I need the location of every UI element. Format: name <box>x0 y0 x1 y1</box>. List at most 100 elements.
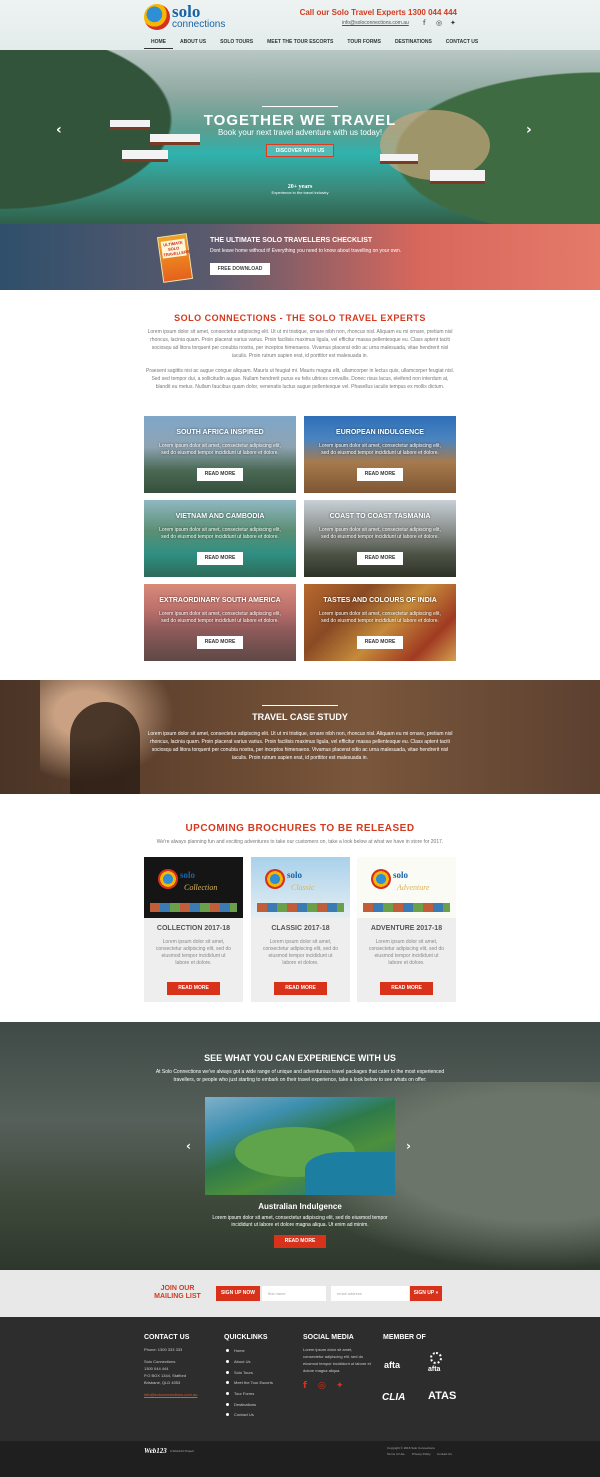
cover-brand: solo <box>287 870 303 880</box>
brochure-title: CLASSIC 2017-18 <box>271 925 330 932</box>
footer-link-contact-us[interactable]: Contact Us <box>226 1412 254 1417</box>
main-nav: HOME ABOUT US SOLO TOURS MEET THE TOUR E… <box>144 37 485 49</box>
footer-contact-title: CONTACT US <box>144 1334 190 1341</box>
nav-solo-tours[interactable]: SOLO TOURS <box>213 37 260 49</box>
email-field[interactable]: email address <box>331 1286 409 1301</box>
sign-up-button[interactable]: SIGN UP » <box>410 1286 442 1301</box>
instagram-icon[interactable]: ◎ <box>436 19 442 27</box>
brochure-title: COLLECTION 2017-18 <box>156 925 231 932</box>
cover-edition: Adventure <box>397 883 430 892</box>
header-email-link[interactable]: info@soloconnections.com.au <box>342 20 409 26</box>
nav-contact-us[interactable]: CONTACT US <box>439 37 485 49</box>
terms-link[interactable]: Terms of Use <box>387 1452 405 1456</box>
read-more-button[interactable]: READ MORE <box>197 468 243 481</box>
privacy-link[interactable]: Privacy Policy <box>412 1452 431 1456</box>
nav-destinations[interactable]: DESTINATIONS <box>388 37 439 49</box>
tour-title: COAST TO COAST TASMANIA <box>329 513 431 520</box>
nav-about-us[interactable]: ABOUT US <box>173 37 213 49</box>
free-download-button[interactable]: FREE DOWNLOAD <box>210 263 270 275</box>
cover-photo-strip <box>363 903 450 912</box>
nav-tour-escorts[interactable]: MEET THE TOUR ESCORTS <box>260 37 340 49</box>
cover-brand: solo <box>393 870 409 880</box>
afta-logo: afta <box>384 1360 401 1370</box>
facebook-icon[interactable]: f <box>423 19 425 27</box>
globe-icon <box>371 869 391 889</box>
cover-photo-strip <box>150 903 237 912</box>
facebook-icon[interactable]: f <box>303 1381 307 1391</box>
footer-link-tour-forms[interactable]: Tour Forms <box>226 1391 254 1396</box>
brochure-cover[interactable]: solo Classic <box>251 857 350 918</box>
intro-paragraph-1: Lorem ipsum dolor sit amet, consectetur … <box>147 329 453 359</box>
read-more-button[interactable]: READ MORE <box>357 468 403 481</box>
footer-address-2: Brisbane, QLD 4053 <box>144 1380 181 1385</box>
tour-tile[interactable]: TASTES AND COLOURS OF INDIA Lorem ipsum … <box>304 584 456 661</box>
tour-title: EUROPEAN INDULGENCE <box>336 429 424 436</box>
island-sea <box>305 1152 395 1195</box>
boat <box>380 154 418 164</box>
slide-description: Lorem ipsum dolor sit amet, consectetur … <box>212 1215 388 1228</box>
intro-paragraph-2: Praesent sagittis nisi ac augue congue a… <box>146 368 454 390</box>
experience-slide-image[interactable] <box>205 1097 395 1195</box>
globe-icon <box>158 869 178 889</box>
tour-tile[interactable]: SOUTH AFRICA INSPIRED Lorem ipsum dolor … <box>144 416 296 493</box>
footer-link-destinations[interactable]: Destinations <box>226 1402 256 1407</box>
cover-edition: Classic <box>291 883 315 892</box>
tour-tile[interactable]: VIETNAM AND CAMBODIA Lorem ipsum dolor s… <box>144 500 296 577</box>
read-more-button[interactable]: READ MORE <box>380 982 433 995</box>
tour-title: VIETNAM AND CAMBODIA <box>175 513 265 520</box>
nav-tour-forms[interactable]: TOUR FORMS <box>340 37 388 49</box>
read-more-button[interactable]: READ MORE <box>197 552 243 565</box>
web123-logo[interactable]: Web123 <box>144 1447 167 1455</box>
first-name-field[interactable]: first name <box>262 1286 326 1301</box>
footer-email-link[interactable]: info@soloconnections.com.au <box>144 1391 197 1398</box>
twitter-icon[interactable]: ✦ <box>336 1381 344 1391</box>
instagram-icon[interactable]: ◎ <box>318 1381 326 1391</box>
brochure-description: Lorem ipsum dolor sit amet, consectetur … <box>155 939 232 966</box>
read-more-button[interactable]: READ MORE <box>357 552 403 565</box>
award-caption: Experience in the travel industry <box>271 190 329 195</box>
brochure-card: solo Classic CLASSIC 2017-18 Lorem ipsum… <box>251 857 350 1002</box>
case-study-text: Lorem ipsum dolor sit amet, consectetur … <box>147 731 453 761</box>
discover-button[interactable]: DISCOVER WITH US <box>266 144 334 157</box>
book-title: ULTIMATE SOLO TRAVELLERS <box>160 238 190 259</box>
intro-title: SOLO CONNECTIONS - THE SOLO TRAVEL EXPER… <box>174 313 426 323</box>
afta-seal-icon <box>430 1352 442 1364</box>
footer-social-title: SOCIAL MEDIA <box>303 1334 354 1341</box>
footer-link-about-us[interactable]: About Us <box>226 1359 250 1364</box>
footer-company: Solo Connections <box>144 1359 176 1364</box>
footer-member-title: MEMBER OF <box>383 1334 426 1341</box>
slider-prev-arrow[interactable]: ‹ <box>186 1139 191 1153</box>
footer-link-solo-tours[interactable]: Solo Tours <box>226 1370 253 1375</box>
brochure-cover[interactable]: solo Collection <box>144 857 243 918</box>
cover-brand: solo <box>180 870 196 880</box>
tour-description: Lorem ipsum dolor sit amet, consectetur … <box>159 443 281 456</box>
bottom-contact-link[interactable]: Contact Us <box>437 1452 452 1456</box>
twitter-icon[interactable]: ✦ <box>450 19 456 27</box>
web123-project: A Web123 Project <box>170 1449 194 1453</box>
copyright-text: Copyright © 2016 Solo Connections <box>387 1446 435 1450</box>
case-study-title: TRAVEL CASE STUDY <box>252 712 348 722</box>
brochure-cover[interactable]: solo Adventure <box>357 857 456 918</box>
footer-social-text: Lorem ipsum dolor sit amet, consectetur … <box>303 1347 371 1373</box>
tour-tile[interactable]: EUROPEAN INDULGENCE Lorem ipsum dolor si… <box>304 416 456 493</box>
tour-title: SOUTH AFRICA INSPIRED <box>176 429 264 436</box>
bottom-bar <box>0 1441 600 1477</box>
tour-description: Lorem ipsum dolor sit amet, consectetur … <box>319 611 441 624</box>
tour-tile[interactable]: COAST TO COAST TASMANIA Lorem ipsum dolo… <box>304 500 456 577</box>
footer-link-home[interactable]: Home <box>226 1348 245 1353</box>
slider-next-arrow[interactable]: › <box>406 1139 411 1153</box>
brochure-description: Lorem ipsum dolor sit amet, consectetur … <box>368 939 445 966</box>
tour-tile[interactable]: EXTRAORDINARY SOUTH AMERICA Lorem ipsum … <box>144 584 296 661</box>
award-badge: 20+ years Experience in the travel indus… <box>270 178 330 212</box>
read-more-button[interactable]: READ MORE <box>357 636 403 649</box>
sign-up-now-label: SIGN UP NOW <box>216 1286 260 1301</box>
logo[interactable]: solo connections <box>144 2 236 32</box>
nav-home[interactable]: HOME <box>144 37 173 49</box>
footer-link-tour-escorts[interactable]: Meet the Tour Escorts <box>226 1380 273 1385</box>
read-more-button[interactable]: READ MORE <box>274 982 327 995</box>
read-more-button[interactable]: READ MORE <box>197 636 243 649</box>
read-more-button[interactable]: READ MORE <box>167 982 220 995</box>
globe-icon <box>144 4 170 30</box>
checklist-book-image: ULTIMATE SOLO TRAVELLERS <box>156 233 194 283</box>
read-more-button[interactable]: READ MORE <box>274 1235 326 1248</box>
